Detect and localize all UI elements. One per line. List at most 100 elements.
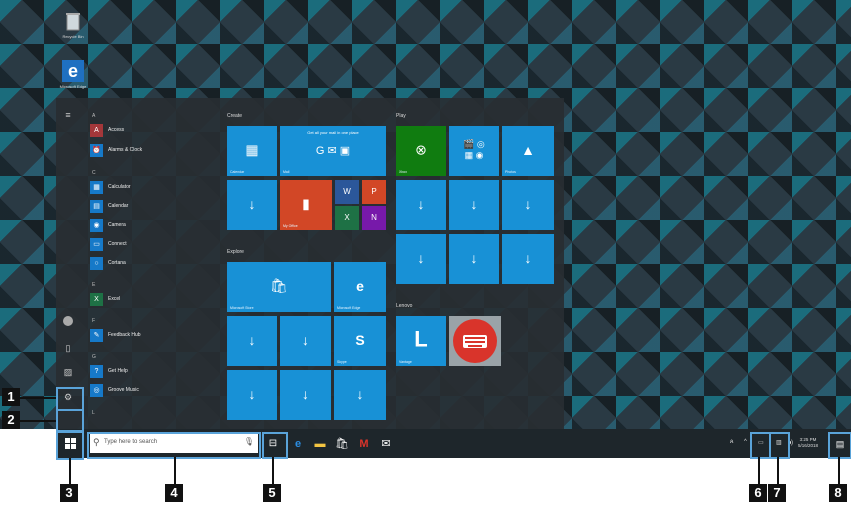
edge-taskbar-icon[interactable]: e <box>290 435 306 453</box>
download-icon: ↓ <box>248 386 256 403</box>
keyboard-icon <box>453 319 497 363</box>
app-group-header: C <box>92 170 96 176</box>
tile-store[interactable]: 🛍 Microsoft Store <box>227 262 331 312</box>
file-explorer-icon[interactable]: ▬ <box>312 435 328 453</box>
feedback-icon: ✎ <box>90 329 103 342</box>
app-feedback-hub[interactable]: ✎ Feedback Hub <box>90 329 200 343</box>
user-icon[interactable] <box>61 316 75 330</box>
callout-box-settings <box>56 387 84 411</box>
mcafee-icon[interactable]: M <box>356 435 372 453</box>
leader-line-2 <box>20 420 56 422</box>
tile-word[interactable]: W <box>335 180 359 204</box>
tile-keyboard-app[interactable] <box>449 316 501 366</box>
callout-box-battery <box>750 432 771 459</box>
tile-excel[interactable]: X <box>335 206 359 230</box>
recycle-bin-label: Recycle Bin <box>62 34 84 39</box>
callout-number-1: 1 <box>2 388 20 406</box>
leader-line-8 <box>838 457 840 484</box>
app-calendar[interactable]: ▤ Calendar <box>90 200 200 214</box>
tile-games-group[interactable]: 🎬 ◎ ▦ ◉ <box>449 126 499 176</box>
download-icon: ↓ <box>470 196 478 213</box>
tile-download[interactable]: ↓ <box>502 180 554 230</box>
callout-number-7: 7 <box>768 484 786 502</box>
tile-download[interactable]: ↓ <box>449 180 499 230</box>
tile-download[interactable]: ↓ <box>280 370 331 420</box>
edge-tile-icon: e <box>356 278 364 295</box>
start-rail: ≡ ▯ ▨ ⚙ <box>56 98 80 429</box>
group-explore: Explore <box>227 249 244 255</box>
edge-desktop-label: Microsoft Edge <box>59 84 87 89</box>
calendar-tile-icon: ▦ <box>245 141 259 158</box>
hamburger-icon[interactable]: ≡ <box>61 108 75 122</box>
download-icon: ↓ <box>524 250 532 267</box>
download-icon: ↓ <box>302 332 309 349</box>
tile-download[interactable]: ↓ <box>449 234 499 284</box>
clock[interactable]: 3:25 PM 5/16/2018 <box>798 437 818 449</box>
tile-download[interactable]: ↓ <box>227 316 277 366</box>
callout-number-2: 2 <box>2 411 20 429</box>
app-camera[interactable]: ◉ Camera <box>90 219 200 233</box>
cortana-icon: ○ <box>90 257 103 270</box>
leader-line-7 <box>777 457 779 484</box>
tile-onenote[interactable]: N <box>362 206 386 230</box>
download-icon: ↓ <box>524 196 532 213</box>
app-access[interactable]: A Access <box>90 124 200 138</box>
tile-download[interactable]: ↓ <box>227 180 277 230</box>
download-icon: ↓ <box>356 386 364 403</box>
mail-taskbar-icon[interactable]: ✉ <box>378 435 394 453</box>
app-alarms[interactable]: ⏰ Alarms & Clock <box>90 144 200 158</box>
download-icon: ↓ <box>417 196 425 213</box>
download-icon: ↓ <box>470 250 478 267</box>
app-get-help[interactable]: ? Get Help <box>90 365 200 379</box>
calendar-icon: ▤ <box>90 200 103 213</box>
callout-number-5: 5 <box>263 484 281 502</box>
callout-number-8: 8 <box>829 484 847 502</box>
leader-line-5 <box>272 457 274 484</box>
tile-download[interactable]: ↓ <box>396 234 446 284</box>
people-icon[interactable]: ጰ <box>730 439 734 446</box>
leader-line-1 <box>20 397 56 399</box>
tile-vantage[interactable]: L Vantage <box>396 316 446 366</box>
show-hidden-icons-chevron-icon[interactable]: ^ <box>744 439 747 445</box>
tile-my-office[interactable]: ▮ My Office <box>280 180 332 230</box>
app-excel[interactable]: X Excel <box>90 293 200 307</box>
connect-icon: ▭ <box>90 238 103 251</box>
groove-icon: ◎ <box>90 384 103 397</box>
app-group-header: F <box>92 318 96 324</box>
tile-download[interactable]: ↓ <box>227 370 277 420</box>
tile-photos[interactable]: ▲ Photos <box>502 126 554 176</box>
tile-download[interactable]: ↓ <box>334 370 386 420</box>
documents-icon[interactable]: ▯ <box>61 341 75 355</box>
tile-calendar[interactable]: ▦ Calendar <box>227 126 277 176</box>
app-group-header: G <box>92 354 96 360</box>
mail-tile-icons: G ✉ ▣ <box>315 144 351 157</box>
tile-mail[interactable]: Get all your mail in one place G ✉ ▣ Mail <box>280 126 386 176</box>
desktop: Recycle Bin e Microsoft Edge ≡ ▯ ▨ ⚙ A A… <box>0 0 851 429</box>
tile-download[interactable]: ↓ <box>396 180 446 230</box>
tile-powerpoint[interactable]: P <box>362 180 386 204</box>
pictures-icon[interactable]: ▨ <box>61 365 75 379</box>
app-calculator[interactable]: ▦ Calculator <box>90 181 200 195</box>
tile-download[interactable]: ↓ <box>280 316 331 366</box>
tile-skype[interactable]: S Skype <box>334 316 386 366</box>
tile-download[interactable]: ↓ <box>502 234 554 284</box>
start-menu: ≡ ▯ ▨ ⚙ A A Access ⏰ Alarms & Clock C ▦ Cal… <box>56 98 564 429</box>
download-icon: ↓ <box>417 250 425 267</box>
callout-box-task-view <box>262 432 288 459</box>
app-cortana[interactable]: ○ Cortana <box>90 257 200 271</box>
callout-number-4: 4 <box>165 484 183 502</box>
tile-edge[interactable]: e Microsoft Edge <box>334 262 386 312</box>
app-list: A A Access ⏰ Alarms & Clock C ▦ Calculator … <box>84 106 204 429</box>
tile-xbox[interactable]: ⊗ Xbox <box>396 126 446 176</box>
leader-line-4 <box>174 457 176 484</box>
callout-box-search <box>87 432 261 459</box>
store-taskbar-icon[interactable]: 🛍 <box>334 435 350 453</box>
edge-icon[interactable]: e <box>62 60 84 82</box>
recycle-bin-icon[interactable] <box>62 10 84 32</box>
excel-icon: X <box>90 293 103 306</box>
word-icon: W <box>343 187 351 197</box>
games-icons: 🎬 ◎ ▦ ◉ <box>463 138 485 160</box>
app-groove-music[interactable]: ◎ Groove Music <box>90 384 200 398</box>
access-icon: A <box>90 124 103 137</box>
app-connect[interactable]: ▭ Connect <box>90 238 200 252</box>
